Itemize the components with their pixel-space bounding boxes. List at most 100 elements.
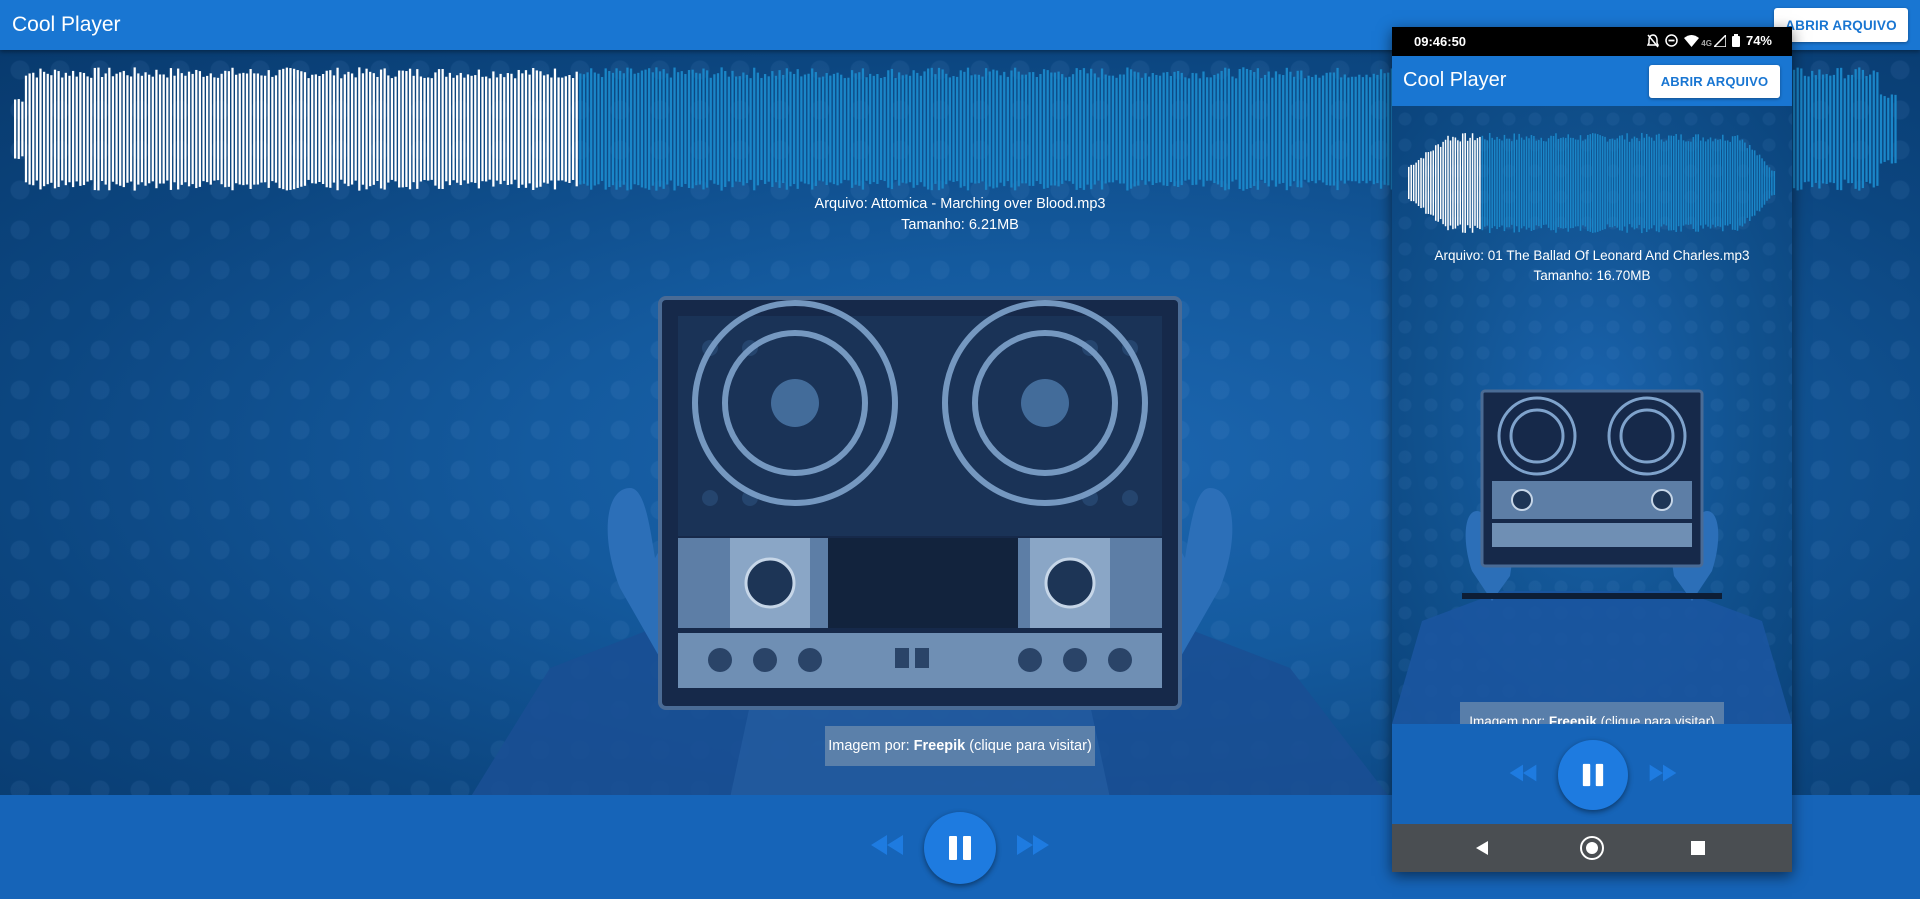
waveform-bar [289, 68, 292, 190]
waveform-bar [155, 69, 158, 189]
phone-open-file-button[interactable]: ABRIR ARQUIVO [1649, 65, 1780, 98]
waveform-bar [687, 70, 691, 188]
phone-waveform-bar [1756, 155, 1758, 211]
waveform-bar [1010, 70, 1013, 188]
waveform-bar [481, 76, 484, 182]
waveform-bar [1148, 76, 1151, 182]
waveform-bar [1227, 68, 1230, 190]
waveform-bar [1177, 71, 1180, 187]
status-bar: 09:46:50 4G 74% [1392, 27, 1792, 56]
waveform-bar [379, 69, 383, 189]
waveform-bar [553, 68, 557, 190]
waveform-bar [745, 74, 749, 184]
phone-forward-button[interactable] [1646, 760, 1680, 786]
phone-pause-button[interactable] [1558, 740, 1628, 810]
phone-waveform-bar [1766, 165, 1768, 201]
waveform-bar [1800, 68, 1803, 190]
phone-waveform-bar [1447, 135, 1449, 231]
waveform-bar [1202, 71, 1205, 187]
waveform-bar [68, 75, 71, 183]
phone-image-credit-link[interactable]: Imagem por: Freepik (clique para visitar… [1460, 702, 1724, 724]
waveform-bar [140, 75, 144, 183]
waveform-bar [1847, 74, 1850, 184]
waveform-bar [300, 71, 303, 187]
waveform-bar [517, 69, 520, 189]
waveform-bar [82, 72, 86, 186]
pause-button[interactable] [924, 812, 996, 884]
back-icon [1476, 841, 1488, 855]
waveform-bar [1224, 67, 1227, 191]
phone-waveform-bar [1680, 134, 1682, 232]
waveform-bar [937, 67, 941, 191]
waveform-bar [191, 73, 194, 185]
waveform-bar [912, 70, 915, 188]
waveform-bar [253, 73, 256, 185]
waveform-bar [905, 74, 908, 184]
phone-waveform-bar [1675, 134, 1677, 232]
waveform-bar [1300, 70, 1303, 188]
waveform-bar [53, 69, 57, 189]
waveform-bar [1046, 70, 1049, 188]
rewind-icon [1509, 764, 1537, 782]
waveform-bar [93, 67, 96, 191]
waveform-bar [1021, 74, 1024, 184]
phone-waveform-bar [1726, 140, 1729, 226]
phone-waveform-bar [1707, 139, 1709, 227]
waveform-bar [343, 74, 346, 184]
nav-home-button[interactable] [1578, 834, 1606, 862]
waveform-bar [1263, 74, 1267, 184]
phone-waveform-bar [1636, 137, 1638, 229]
phone-rewind-button[interactable] [1506, 760, 1540, 786]
waveform-bar [771, 71, 774, 187]
waveform-bar [274, 75, 278, 183]
waveform-bar [1126, 67, 1129, 191]
forward-button[interactable] [1013, 830, 1053, 860]
waveform-bar [463, 77, 466, 181]
phone-waveform-bar [1417, 160, 1420, 207]
rewind-button[interactable] [867, 830, 907, 860]
waveform-bar [923, 71, 926, 187]
open-file-button[interactable]: ABRIR ARQUIVO [1774, 8, 1908, 42]
phone-waveform-bar [1753, 150, 1756, 216]
nav-back-button[interactable] [1470, 836, 1494, 860]
waveform-bar [42, 71, 46, 187]
waveform-bar [698, 73, 702, 185]
phone-waveform-bar [1422, 158, 1425, 208]
waveform-bar [169, 68, 173, 190]
waveform-bar [753, 67, 756, 191]
waveform-bar [1814, 75, 1817, 183]
waveform-bar [235, 74, 238, 184]
waveform-bar [350, 73, 354, 185]
waveform-bar [405, 71, 408, 187]
waveform-bar [1311, 77, 1314, 181]
waveform-bar [292, 68, 296, 190]
phone-waveform-bar [1741, 139, 1744, 227]
waveform-bar [626, 67, 629, 191]
phone-waveform-bar [1599, 135, 1601, 231]
waveform-bar [129, 76, 133, 182]
waveform-bar [1100, 68, 1104, 190]
waveform-bar [173, 75, 176, 183]
waveform-bar [513, 78, 517, 180]
phone-waveform-bar [1687, 141, 1690, 225]
waveform-bar [706, 70, 709, 188]
nav-recents-button[interactable] [1686, 836, 1710, 860]
waveform-bar [1220, 70, 1223, 188]
phone-playback-controls [1392, 724, 1792, 824]
phone-waveform-bar [1584, 139, 1587, 227]
waveform-bar [1887, 97, 1890, 161]
waveform-bar [75, 76, 78, 182]
phone-waveform[interactable] [1408, 124, 1776, 242]
waveform-bar [825, 72, 828, 186]
waveform-bar [90, 77, 93, 181]
waveform-bar [930, 67, 933, 191]
phone-waveform-bar [1626, 133, 1628, 233]
phone-waveform-bar [1420, 157, 1422, 209]
phone-waveform-bar [1488, 132, 1491, 234]
waveform-bar [419, 76, 423, 182]
waveform-bar [865, 77, 868, 181]
image-credit-link[interactable]: Imagem por: Freepik (clique para visitar… [825, 726, 1095, 766]
phone-waveform-bar [1682, 140, 1685, 226]
phone-waveform-bar [1677, 139, 1680, 227]
waveform-bar [1028, 72, 1031, 186]
